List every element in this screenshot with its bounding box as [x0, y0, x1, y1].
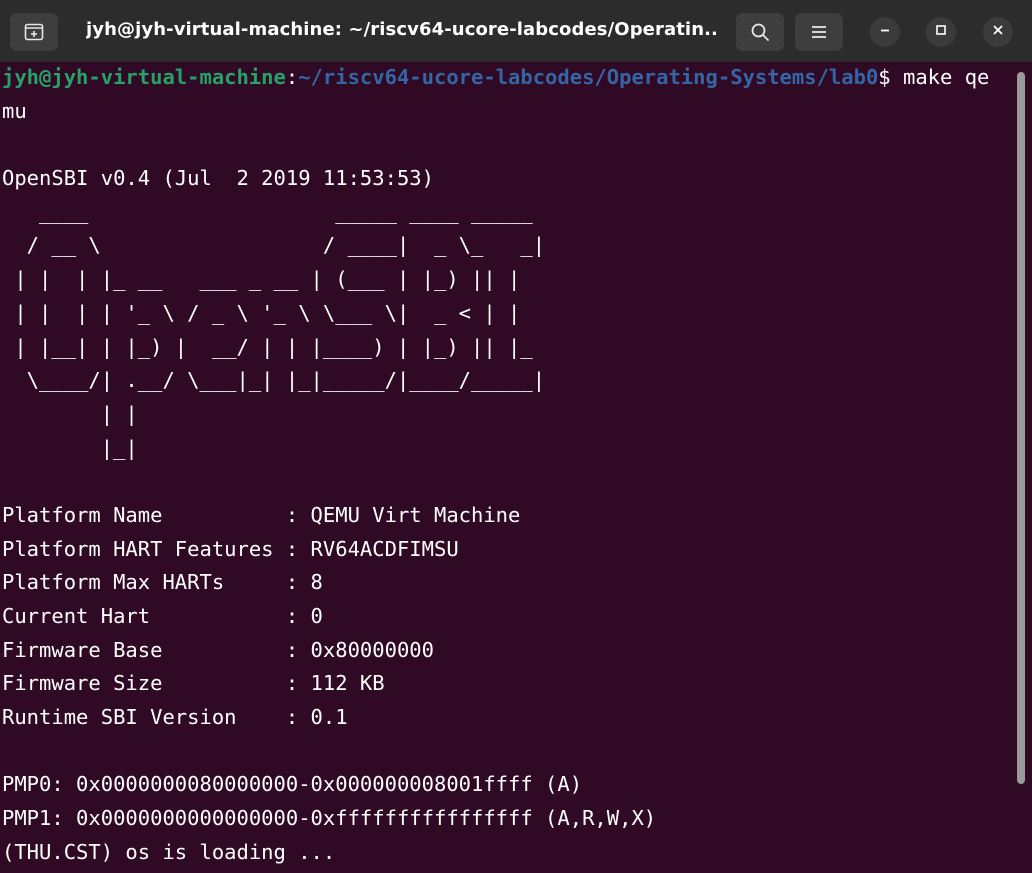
search-button[interactable] [736, 13, 784, 51]
title-bar: jyh@jyh-virtual-machine: ~/riscv64-ucore… [0, 0, 1032, 62]
opensbi-version-line: OpenSBI v0.4 (Jul 2 2019 11:53:53) [2, 166, 434, 190]
prompt-separator: : [285, 65, 299, 89]
close-button[interactable] [983, 17, 1013, 47]
platform-info-line: Firmware Base : 0x80000000 [2, 638, 434, 662]
maximize-icon [935, 23, 947, 41]
maximize-button[interactable] [926, 17, 956, 47]
pmp-line: PMP1: 0x0000000000000000-0xfffffffffffff… [2, 806, 657, 830]
logo-line: | | | |_ __ ___ _ __ | (___ | |_) || | [2, 267, 521, 291]
logo-line: | | | | '_ \ / _ \ '_ \ \___ \| _ < | | [2, 301, 521, 325]
prompt-path: ~/riscv64-ucore-labcodes/Operating-Syste… [298, 65, 879, 89]
platform-info-line: Firmware Size : 112 KB [2, 671, 385, 695]
platform-info-line: Runtime SBI Version : 0.1 [2, 705, 348, 729]
menu-button[interactable] [795, 13, 843, 51]
prompt-command: $ make qe [878, 65, 990, 89]
logo-line: |_| [2, 436, 138, 460]
logo-line: | |__| | |_) | __/ | | |____) | |_) || |… [2, 335, 533, 359]
window-title: jyh@jyh-virtual-machine: ~/riscv64-ucore… [86, 19, 716, 40]
new-tab-icon [24, 23, 44, 41]
platform-info-line: Current Hart : 0 [2, 604, 323, 628]
logo-line: ____ _____ ____ _____ [2, 200, 533, 224]
command-wrap-line: mu [2, 99, 27, 123]
terminal-output[interactable]: jyh@jyh-virtual-machine:~/riscv64-ucore-… [0, 62, 1014, 873]
scrollbar[interactable] [1017, 72, 1025, 784]
prompt-line: jyh@jyh-virtual-machine:~/riscv64-ucore-… [2, 62, 989, 96]
minimize-button[interactable] [870, 17, 900, 47]
terminal-window: jyh@jyh-virtual-machine: ~/riscv64-ucore… [0, 0, 1032, 873]
platform-info-line: Platform HART Features : RV64ACDFIMSU [2, 537, 459, 561]
minimize-icon [879, 23, 891, 41]
search-icon [750, 22, 770, 42]
platform-info-line: Platform Name : QEMU Virt Machine [2, 503, 521, 527]
pmp-line: PMP0: 0x0000000080000000-0x000000008001f… [2, 772, 583, 796]
hamburger-menu-icon [810, 24, 828, 40]
logo-line: / __ \ / ____| _ \_ _| [2, 233, 546, 257]
logo-line: | | [2, 402, 138, 426]
platform-info-line: Platform Max HARTs : 8 [2, 570, 323, 594]
new-tab-button[interactable] [10, 13, 58, 51]
close-icon [992, 23, 1004, 41]
loading-line: (THU.CST) os is loading ... [2, 840, 336, 864]
logo-line: \____/| .__/ \___|_| |_|_____/|____/____… [2, 368, 546, 392]
prompt-user: jyh@jyh-virtual-machine [2, 65, 286, 89]
